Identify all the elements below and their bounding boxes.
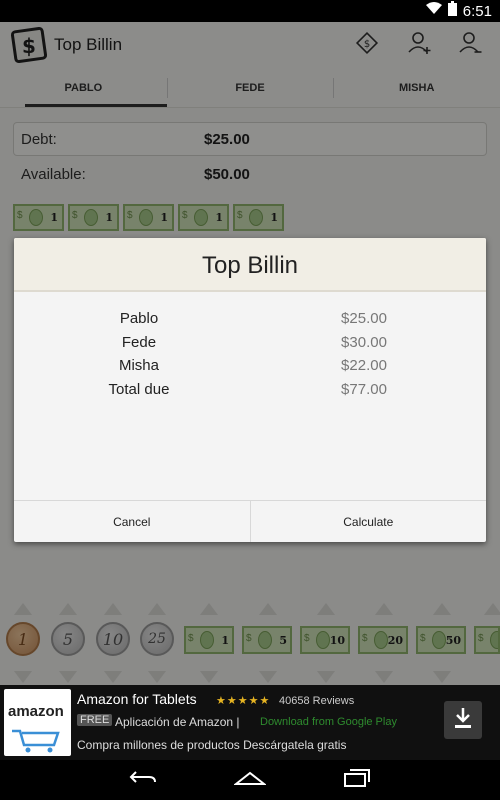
dialog-body: Pablo $25.00 Fede $30.00 Misha $22.00 To…: [14, 294, 486, 500]
wifi-icon: [425, 2, 442, 20]
dialog-buttons: Cancel Calculate: [14, 500, 486, 542]
home-icon: [233, 770, 267, 791]
download-button[interactable]: [444, 701, 482, 739]
ad-subtitle: Aplicación de Amazon |: [115, 715, 240, 729]
shopping-cart-icon: [10, 727, 62, 758]
battery-icon: [447, 1, 457, 21]
person-name: Misha: [118, 357, 159, 374]
home-button[interactable]: [230, 765, 270, 795]
person-name: Fede: [121, 334, 157, 351]
person-name: Pablo: [119, 310, 159, 327]
ad-reviews: 40658 Reviews: [279, 695, 355, 707]
rating-stars: ★★★★★: [216, 695, 271, 707]
back-icon: [128, 768, 158, 793]
list-item: Fede $30.00: [14, 334, 486, 358]
status-bar: 6:51: [0, 0, 500, 22]
recents-button[interactable]: [337, 765, 377, 795]
list-item: Pablo $25.00: [14, 310, 486, 334]
dialog-title: Top Billin: [201, 252, 299, 279]
person-amount: $30.00: [341, 334, 387, 351]
total-label: Total due: [108, 381, 170, 398]
totals-dialog: Top Billin Pablo $25.00 Fede $30.00 Mish…: [14, 238, 486, 542]
ad-description: Compra millones de productos Descárgatel…: [77, 738, 347, 752]
recent-apps-icon: [343, 768, 371, 793]
status-time: 6:51: [462, 2, 492, 20]
download-icon: [454, 707, 472, 733]
navigation-bar: [0, 760, 500, 800]
calculate-button[interactable]: Calculate: [249, 501, 487, 542]
total-amount: $77.00: [341, 381, 387, 398]
status-icons: 6:51: [425, 1, 492, 21]
dialog-header: Top Billin: [14, 238, 486, 292]
ad-thumbnail[interactable]: amazon: [4, 689, 71, 756]
amazon-logo: amazon: [8, 703, 64, 720]
cancel-button[interactable]: Cancel: [14, 501, 250, 542]
ad-title: Amazon for Tablets: [77, 691, 197, 707]
ad-banner[interactable]: amazon Amazon for Tablets ★★★★★ 40658 Re…: [0, 685, 500, 760]
free-badge: FREE: [77, 714, 113, 726]
person-amount: $22.00: [341, 357, 387, 374]
total-row: Total due $77.00: [14, 381, 486, 405]
back-button[interactable]: [123, 765, 163, 795]
ad-link[interactable]: Download from Google Play: [260, 716, 397, 728]
person-amount: $25.00: [341, 310, 387, 327]
list-item: Misha $22.00: [14, 357, 486, 381]
